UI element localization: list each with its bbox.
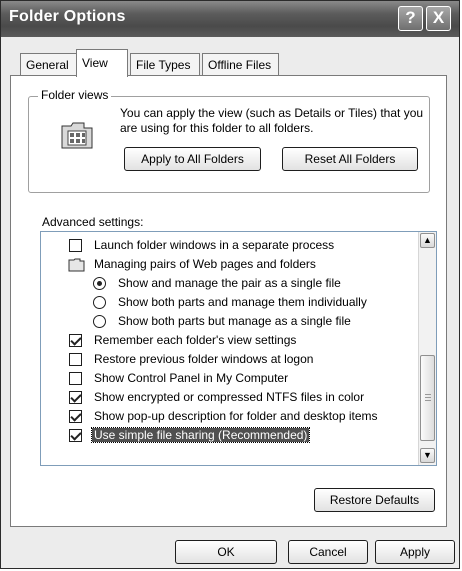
grip-line [425, 400, 431, 401]
checkbox-show-encrypted-color[interactable] [69, 391, 82, 404]
tab-file-types[interactable]: File Types [130, 53, 200, 75]
checkbox-simple-file-sharing[interactable] [69, 429, 82, 442]
apply-button[interactable]: Apply [375, 540, 455, 564]
ok-button[interactable]: OK [175, 540, 277, 564]
list-item[interactable]: Show pop-up description for folder and d… [67, 407, 378, 426]
list-item[interactable]: Launch folder windows in a separate proc… [67, 236, 334, 255]
radio-single-file[interactable] [93, 277, 106, 290]
list-item-label: Remember each folder's view settings [94, 333, 297, 347]
grip-line [425, 394, 431, 395]
tab-offline-files[interactable]: Offline Files [202, 53, 279, 75]
radio-both-parts-individually[interactable] [93, 296, 106, 309]
list-item-label: Restore previous folder windows at logon [94, 352, 314, 366]
advanced-settings-label: Advanced settings: [42, 215, 144, 229]
list-item[interactable]: Show encrypted or compressed NTFS files … [67, 388, 364, 407]
list-item-label: Show and manage the pair as a single fil… [118, 276, 341, 290]
chevron-up-icon: ▲ [423, 235, 432, 245]
scroll-down-button[interactable]: ▼ [420, 448, 435, 463]
list-item-label: Show Control Panel in My Computer [94, 371, 289, 385]
list-item[interactable]: Show both parts and manage them individu… [91, 293, 367, 312]
help-button[interactable]: ? [398, 6, 423, 31]
close-icon: X [432, 8, 445, 27]
list-item-label: Show pop-up description for folder and d… [94, 409, 378, 423]
help-icon: ? [405, 8, 416, 27]
folder-icon [68, 258, 85, 272]
chevron-down-icon: ▼ [423, 450, 432, 460]
list-item: Managing pairs of Web pages and folders [67, 255, 316, 274]
tab-view[interactable]: View [76, 49, 128, 77]
folder-views-label: Folder views [38, 88, 112, 102]
checkbox-show-control-panel[interactable] [69, 372, 82, 385]
tab-general-label: General [26, 58, 69, 72]
cancel-button[interactable]: Cancel [288, 540, 368, 564]
radio-both-parts-single-file[interactable] [93, 315, 106, 328]
list-item-label: Show both parts and manage them individu… [118, 295, 367, 309]
checkbox-remember-view-settings[interactable] [69, 334, 82, 347]
apply-to-all-folders-button[interactable]: Apply to All Folders [124, 147, 261, 171]
scroll-up-button[interactable]: ▲ [420, 233, 435, 248]
checkbox-launch-separate-process[interactable] [69, 239, 82, 252]
folder-view-icon [61, 122, 93, 149]
window-title: Folder Options [9, 8, 126, 25]
folder-views-description: You can apply the view (such as Details … [120, 106, 424, 135]
scroll-thumb[interactable] [420, 355, 435, 441]
title-bar[interactable]: Folder Options ? X [1, 1, 459, 37]
list-item[interactable]: Use simple file sharing (Recommended) [67, 426, 311, 445]
tab-view-label: View [82, 56, 108, 70]
tab-general[interactable]: General [20, 53, 77, 75]
list-item[interactable]: Show Control Panel in My Computer [67, 369, 288, 388]
checkbox-restore-windows-logon[interactable] [69, 353, 82, 366]
tab-file-types-label: File Types [136, 58, 191, 72]
checkbox-show-popup-description[interactable] [69, 410, 82, 423]
list-item-label: Managing pairs of Web pages and folders [94, 257, 316, 271]
tab-offline-files-label: Offline Files [208, 58, 272, 72]
list-item[interactable]: Restore previous folder windows at logon [67, 350, 313, 369]
list-item-label: Show both parts but manage as a single f… [118, 314, 351, 328]
close-button[interactable]: X [426, 6, 451, 31]
list-item[interactable]: Remember each folder's view settings [67, 331, 296, 350]
list-item-label: Launch folder windows in a separate proc… [94, 238, 335, 252]
vertical-scrollbar[interactable]: ▲ ▼ [418, 232, 436, 465]
grip-line [425, 397, 431, 398]
restore-defaults-button[interactable]: Restore Defaults [314, 488, 435, 512]
list-item-label: Show encrypted or compressed NTFS files … [94, 390, 365, 404]
list-item[interactable]: Show and manage the pair as a single fil… [91, 274, 341, 293]
reset-all-folders-button[interactable]: Reset All Folders [282, 147, 418, 171]
list-item-label-selected: Use simple file sharing (Recommended) [90, 427, 311, 443]
list-item[interactable]: Show both parts but manage as a single f… [91, 312, 351, 331]
advanced-settings-list[interactable]: Launch folder windows in a separate proc… [40, 231, 437, 466]
